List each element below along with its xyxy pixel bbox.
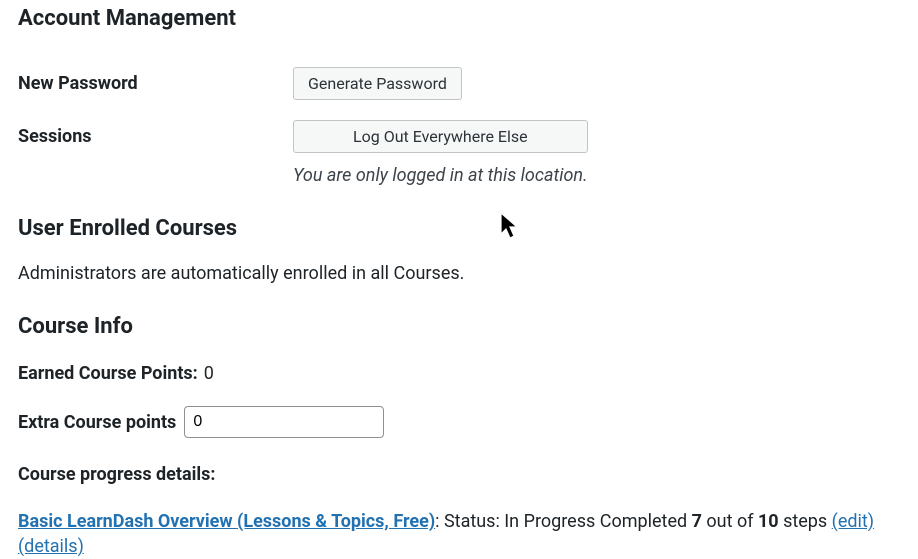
- course-name-link[interactable]: Basic LearnDash Overview (Lessons & Topi…: [18, 511, 435, 532]
- new-password-label: New Password: [18, 67, 293, 94]
- user-enrolled-courses-heading: User Enrolled Courses: [18, 216, 900, 241]
- course-steps-text: steps: [779, 511, 832, 532]
- course-status-text: : Status: In Progress Completed: [435, 511, 691, 532]
- course-total-count: 10: [758, 511, 779, 532]
- earned-points-row: Earned Course Points: 0: [18, 363, 900, 384]
- generate-password-button[interactable]: Generate Password: [293, 67, 462, 100]
- session-note: You are only logged in at this location.: [293, 165, 588, 186]
- extra-points-input[interactable]: [184, 406, 384, 438]
- course-outof-text: out of: [702, 511, 758, 532]
- course-completed-count: 7: [692, 511, 702, 532]
- extra-points-row: Extra Course points: [18, 406, 900, 438]
- course-edit-link[interactable]: (edit): [832, 511, 874, 532]
- earned-points-label: Earned Course Points:: [18, 363, 198, 384]
- extra-points-label: Extra Course points: [18, 412, 176, 433]
- course-progress-heading: Course progress details:: [18, 464, 900, 485]
- logout-everywhere-button[interactable]: Log Out Everywhere Else: [293, 120, 588, 153]
- sessions-row: Sessions Log Out Everywhere Else You are…: [18, 120, 900, 186]
- new-password-row: New Password Generate Password: [18, 67, 900, 100]
- course-info-heading: Course Info: [18, 314, 900, 339]
- earned-points-value: 0: [204, 363, 214, 384]
- sessions-label: Sessions: [18, 120, 293, 147]
- account-management-heading: Account Management: [18, 6, 900, 31]
- admin-enrolled-note: Administrators are automatically enrolle…: [18, 263, 900, 284]
- course-progress-item: Basic LearnDash Overview (Lessons & Topi…: [18, 509, 900, 559]
- course-details-link[interactable]: (details): [18, 536, 84, 557]
